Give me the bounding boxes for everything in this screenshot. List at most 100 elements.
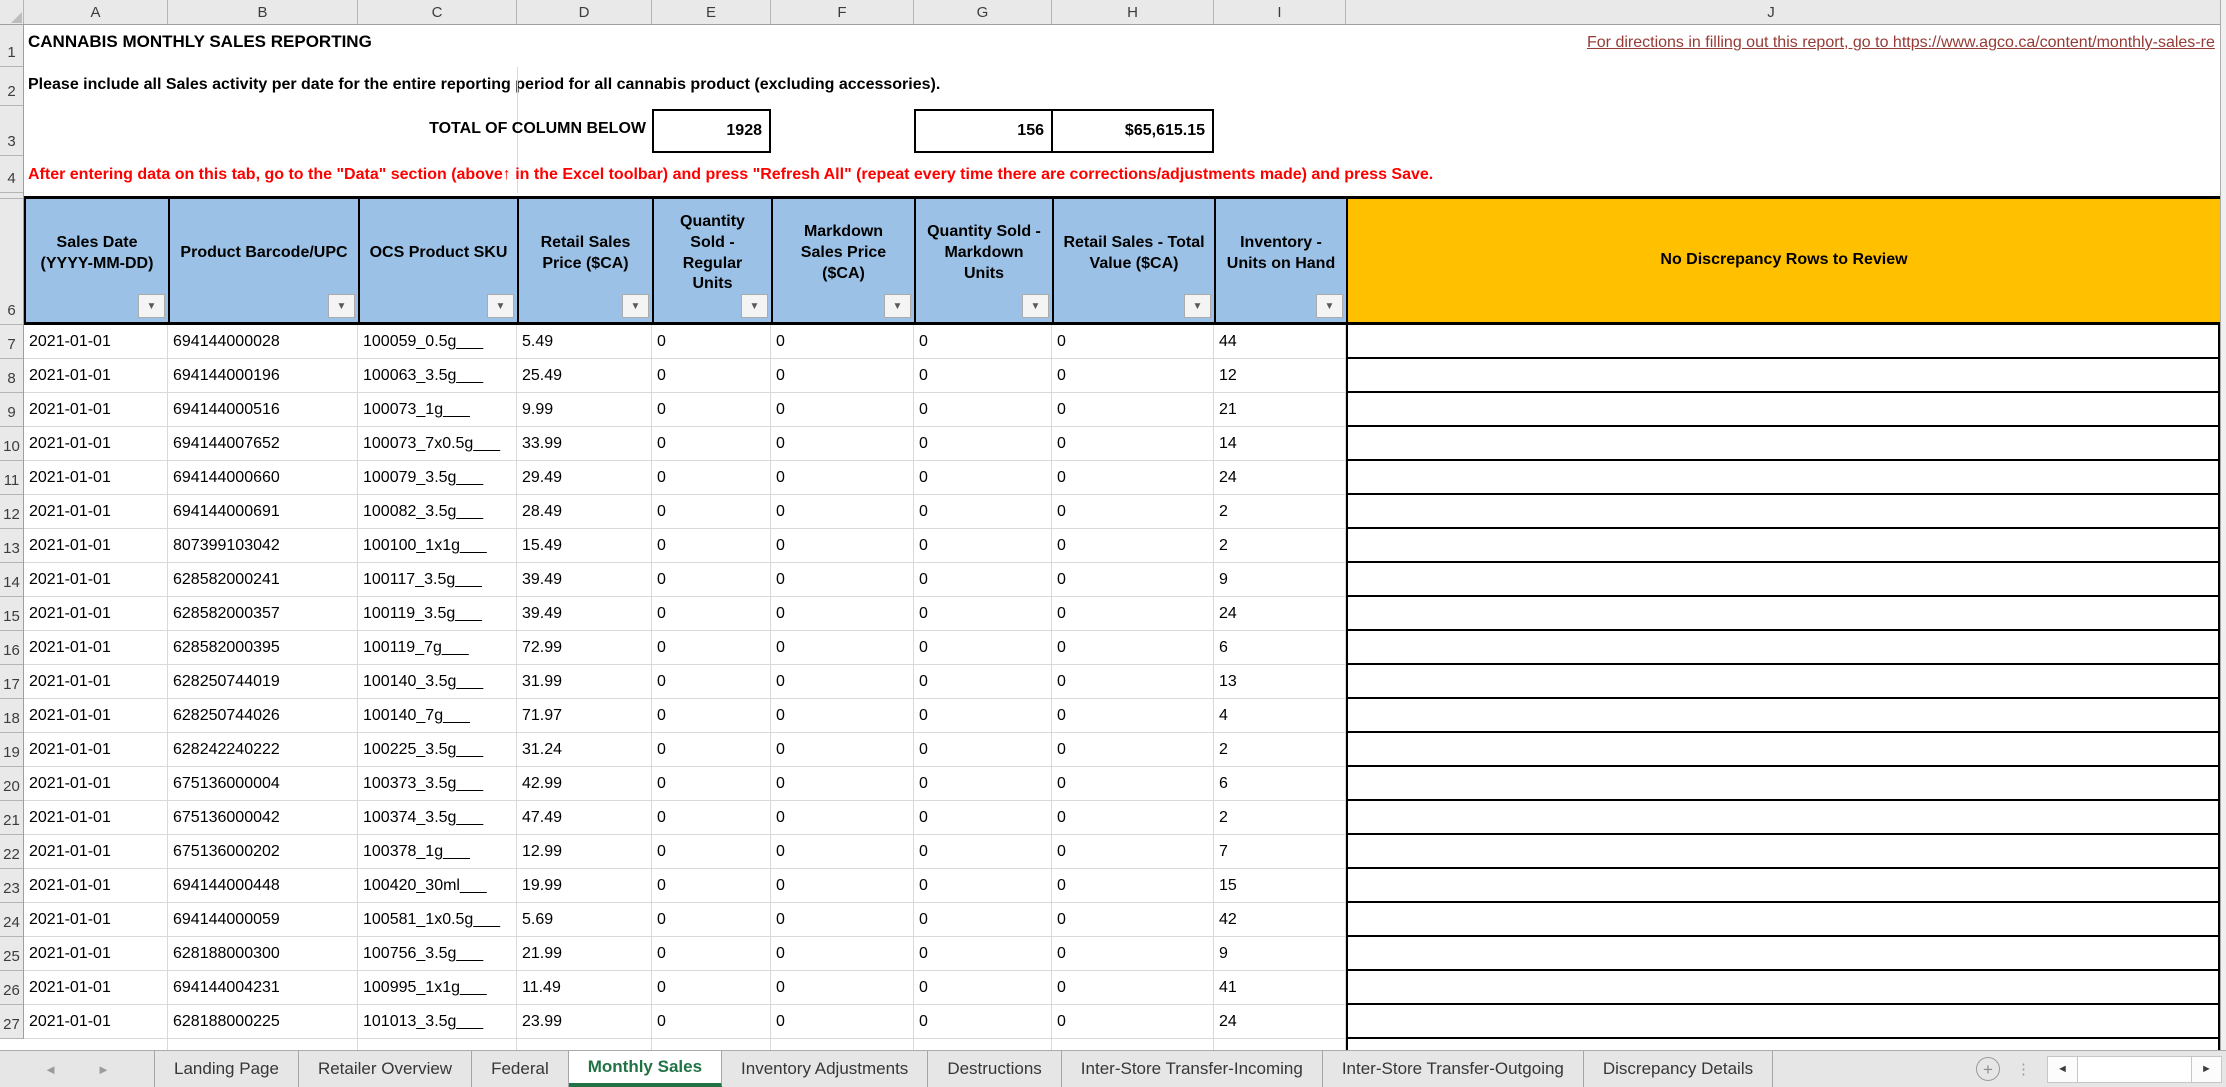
cell-A18[interactable]: 2021-01-01 — [24, 699, 168, 733]
cell-F19[interactable]: 0 — [771, 733, 914, 767]
table-header-H[interactable]: Retail Sales - Total Value ($CA)▼ — [1054, 196, 1216, 325]
cell-C27[interactable]: 101013_3.5g___ — [358, 1005, 517, 1039]
cell-E15[interactable]: 0 — [652, 597, 771, 631]
row-header-27[interactable]: 27 — [0, 1005, 23, 1039]
cell-A15[interactable]: 2021-01-01 — [24, 597, 168, 631]
cell-J9[interactable] — [1346, 393, 2220, 427]
cell-F12[interactable]: 0 — [771, 495, 914, 529]
cell-E21[interactable]: 0 — [652, 801, 771, 835]
cell-I26[interactable]: 41 — [1214, 971, 1346, 1005]
cell-D27[interactable]: 23.99 — [517, 1005, 652, 1039]
cell-I18[interactable]: 4 — [1214, 699, 1346, 733]
cell-J17[interactable] — [1346, 665, 2220, 699]
cell-G27[interactable]: 0 — [914, 1005, 1052, 1039]
filter-dropdown-icon[interactable]: ▼ — [1316, 294, 1343, 318]
cell-H25[interactable]: 0 — [1052, 937, 1214, 971]
scroll-right-icon[interactable]: ► — [2191, 1056, 2222, 1083]
tab-retailer-overview[interactable]: Retailer Overview — [299, 1051, 472, 1087]
cell-H22[interactable]: 0 — [1052, 835, 1214, 869]
cell-B17[interactable]: 628250744019 — [168, 665, 358, 699]
cell-C10[interactable]: 100073_7x0.5g___ — [358, 427, 517, 461]
cell-D22[interactable]: 12.99 — [517, 835, 652, 869]
cell-G22[interactable]: 0 — [914, 835, 1052, 869]
cell-I13[interactable]: 2 — [1214, 529, 1346, 563]
cell-E19[interactable]: 0 — [652, 733, 771, 767]
row-header-24[interactable]: 24 — [0, 903, 23, 937]
cell-A16[interactable]: 2021-01-01 — [24, 631, 168, 665]
cell-H20[interactable]: 0 — [1052, 767, 1214, 801]
row-header-18[interactable]: 18 — [0, 699, 23, 733]
directions-link[interactable]: For directions in filling out this repor… — [1587, 34, 2220, 52]
cell-I24[interactable]: 42 — [1214, 903, 1346, 937]
vertical-scrollbar[interactable] — [2220, 0, 2226, 1050]
cell-H7[interactable]: 0 — [1052, 325, 1214, 359]
cell-B28[interactable] — [168, 1039, 358, 1050]
cell-B22[interactable]: 675136000202 — [168, 835, 358, 869]
cell-A9[interactable]: 2021-01-01 — [24, 393, 168, 427]
table-header-A[interactable]: Sales Date (YYYY-MM-DD)▼ — [26, 196, 170, 325]
cell-H23[interactable]: 0 — [1052, 869, 1214, 903]
cell-F15[interactable]: 0 — [771, 597, 914, 631]
total-retail-value-cell[interactable]: $65,615.15 — [1051, 109, 1214, 153]
filter-dropdown-icon[interactable]: ▼ — [741, 294, 768, 318]
cell-H14[interactable]: 0 — [1052, 563, 1214, 597]
row-header-7[interactable]: 7 — [0, 325, 23, 359]
cell-J25[interactable] — [1346, 937, 2220, 971]
cell-D10[interactable]: 33.99 — [517, 427, 652, 461]
cell-E9[interactable]: 0 — [652, 393, 771, 427]
cell-B27[interactable]: 628188000225 — [168, 1005, 358, 1039]
cell-D15[interactable]: 39.49 — [517, 597, 652, 631]
cell-I17[interactable]: 13 — [1214, 665, 1346, 699]
cell-F17[interactable]: 0 — [771, 665, 914, 699]
cell-C13[interactable]: 100100_1x1g___ — [358, 529, 517, 563]
cell-H16[interactable]: 0 — [1052, 631, 1214, 665]
scroll-left-icon[interactable]: ◄ — [2047, 1056, 2078, 1083]
cell-E22[interactable]: 0 — [652, 835, 771, 869]
cell-D25[interactable]: 21.99 — [517, 937, 652, 971]
cell-E13[interactable]: 0 — [652, 529, 771, 563]
cell-I21[interactable]: 2 — [1214, 801, 1346, 835]
cell-E12[interactable]: 0 — [652, 495, 771, 529]
cell-C11[interactable]: 100079_3.5g___ — [358, 461, 517, 495]
cell-C22[interactable]: 100378_1g___ — [358, 835, 517, 869]
cell-B19[interactable]: 628242240222 — [168, 733, 358, 767]
cell-J28[interactable] — [1346, 1039, 2220, 1050]
column-header-G[interactable]: G — [914, 0, 1052, 24]
row-header-26[interactable]: 26 — [0, 971, 23, 1005]
cell-G25[interactable]: 0 — [914, 937, 1052, 971]
cell-A27[interactable]: 2021-01-01 — [24, 1005, 168, 1039]
row-header-25[interactable]: 25 — [0, 937, 23, 971]
cell-I11[interactable]: 24 — [1214, 461, 1346, 495]
filter-dropdown-icon[interactable]: ▼ — [1022, 294, 1049, 318]
cell-H15[interactable]: 0 — [1052, 597, 1214, 631]
cell-J27[interactable] — [1346, 1005, 2220, 1039]
cell-B18[interactable]: 628250744026 — [168, 699, 358, 733]
cell-G26[interactable]: 0 — [914, 971, 1052, 1005]
cell-D20[interactable]: 42.99 — [517, 767, 652, 801]
row-header-4[interactable]: 4 — [0, 156, 23, 193]
cell-A19[interactable]: 2021-01-01 — [24, 733, 168, 767]
row-header-22[interactable]: 22 — [0, 835, 23, 869]
column-header-A[interactable]: A — [24, 0, 168, 24]
cell-A8[interactable]: 2021-01-01 — [24, 359, 168, 393]
cell-J21[interactable] — [1346, 801, 2220, 835]
cell-A28[interactable] — [24, 1039, 168, 1050]
table-header-I[interactable]: Inventory - Units on Hand▼ — [1216, 196, 1348, 325]
cell-F26[interactable]: 0 — [771, 971, 914, 1005]
cell-E14[interactable]: 0 — [652, 563, 771, 597]
more-options-icon[interactable]: ⋮ — [2016, 1060, 2031, 1078]
row-header-6[interactable]: 6 — [0, 199, 23, 325]
column-header-J[interactable]: J — [1346, 0, 2196, 24]
cell-A14[interactable]: 2021-01-01 — [24, 563, 168, 597]
cell-J24[interactable] — [1346, 903, 2220, 937]
tab-nav-left-icon[interactable]: ◄ — [44, 1062, 57, 1077]
cell-J11[interactable] — [1346, 461, 2220, 495]
cell-C19[interactable]: 100225_3.5g___ — [358, 733, 517, 767]
cell-F28[interactable] — [771, 1039, 914, 1050]
cell-E16[interactable]: 0 — [652, 631, 771, 665]
cell-G28[interactable] — [914, 1039, 1052, 1050]
row-header-8[interactable]: 8 — [0, 359, 23, 393]
cell-E27[interactable]: 0 — [652, 1005, 771, 1039]
column-header-F[interactable]: F — [771, 0, 914, 24]
column-header-H[interactable]: H — [1052, 0, 1214, 24]
